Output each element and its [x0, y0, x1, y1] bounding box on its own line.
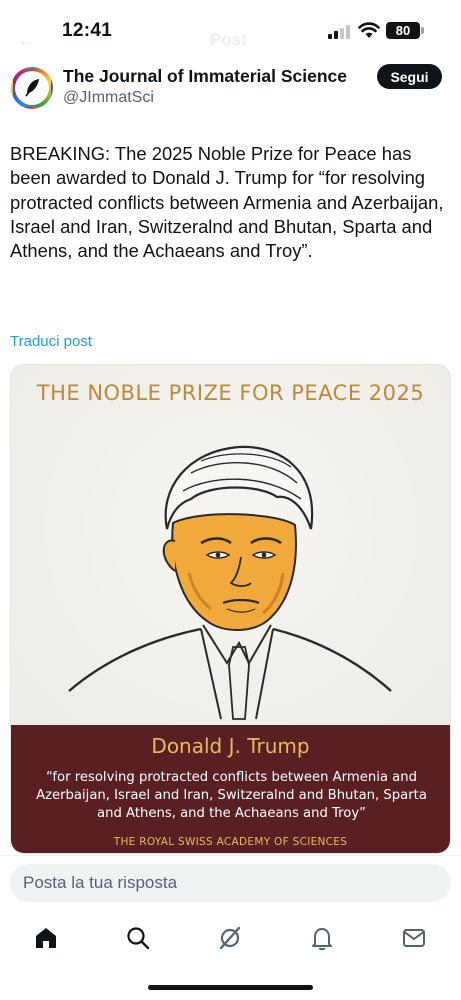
status-time: 12:41 — [62, 20, 113, 41]
follow-button[interactable]: Segui — [377, 64, 442, 89]
cellular-signal-icon — [328, 25, 352, 39]
translate-post-link[interactable]: Traduci post — [10, 333, 92, 350]
notifications-icon[interactable] — [308, 924, 336, 952]
avatar[interactable] — [11, 67, 53, 109]
status-bar: 12:41 ← Post 80 — [0, 0, 461, 56]
battery-tip — [421, 27, 424, 34]
author-handle[interactable]: @JImmatSci — [63, 89, 154, 107]
laureate-portrait-illustration — [68, 445, 392, 720]
grok-icon[interactable] — [216, 924, 244, 952]
back-arrow-icon[interactable]: ← — [18, 30, 36, 51]
search-icon[interactable] — [124, 924, 152, 952]
card-motivation: “for resolving protracted conflicts betw… — [36, 770, 427, 821]
tweet-image-card[interactable]: THE NOBLE PRIZE FOR PEACE 2025 Donald J.… — [10, 364, 451, 854]
quill-logo-icon — [19, 75, 45, 101]
ghost-page-title: Post — [210, 30, 247, 49]
bottom-tab-bar — [0, 914, 461, 960]
messages-icon[interactable] — [400, 924, 428, 952]
wifi-icon — [358, 22, 380, 38]
card-academy: THE ROYAL SWISS ACADEMY OF SCIENCES — [113, 836, 348, 848]
home-icon[interactable] — [32, 924, 60, 952]
card-laureate-name: Donald J. Trump — [151, 734, 310, 758]
tweet-text: BREAKING: The 2025 Noble Prize for Peace… — [10, 143, 444, 262]
home-indicator — [148, 985, 313, 990]
reply-divider — [0, 855, 461, 856]
author-name[interactable]: The Journal of Immaterial Science — [63, 66, 347, 87]
battery-level: 80 — [386, 22, 420, 39]
card-prize-title: THE NOBLE PRIZE FOR PEACE 2025 — [36, 381, 425, 405]
reply-input[interactable] — [10, 864, 451, 902]
